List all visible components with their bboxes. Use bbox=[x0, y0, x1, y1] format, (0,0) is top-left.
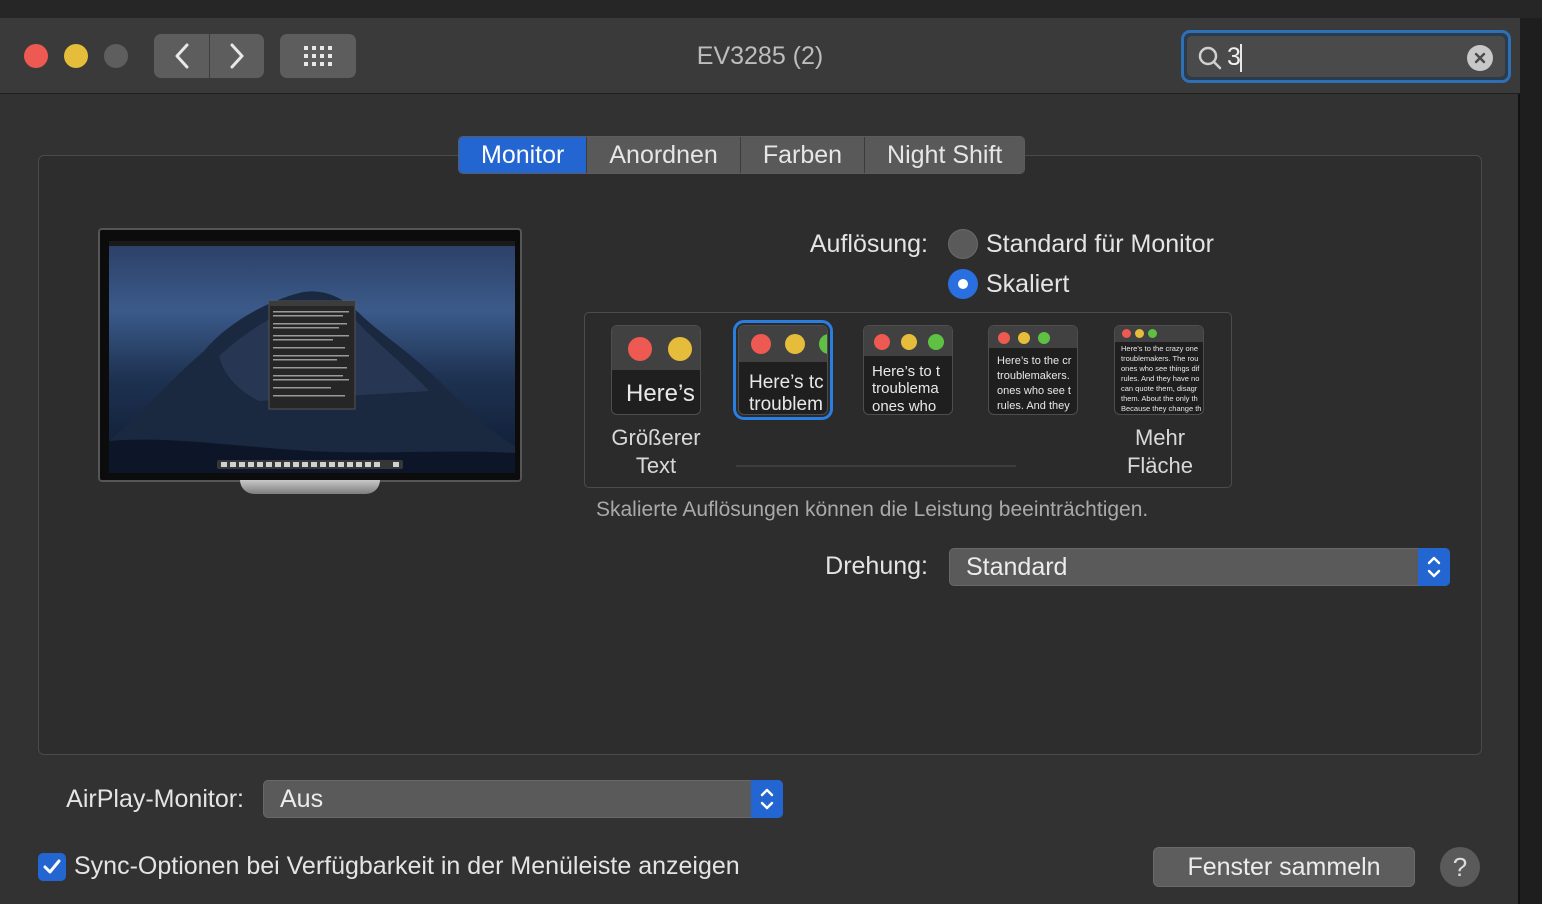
forward-button[interactable] bbox=[209, 34, 264, 78]
thumb-close-dot bbox=[751, 334, 771, 354]
sync-options-checkbox[interactable] bbox=[38, 853, 66, 881]
tab-anordnen[interactable]: Anordnen bbox=[587, 137, 741, 173]
tab-night-shift[interactable]: Night Shift bbox=[865, 137, 1025, 173]
more-space-caption: Mehr Fläche bbox=[1100, 424, 1220, 480]
island-wallpaper-image bbox=[109, 291, 515, 473]
thumb-sample-text: Here’s tc troublem bbox=[749, 372, 824, 415]
thumb-close-dot bbox=[628, 337, 652, 361]
chevron-up-down-icon bbox=[760, 788, 774, 810]
airplay-select-stepper[interactable] bbox=[751, 780, 783, 818]
scale-option-3[interactable]: Here’s to t troublema ones who bbox=[863, 325, 953, 415]
thumb-zoom-dot bbox=[1148, 329, 1157, 338]
scale-option-5[interactable]: Here’s to the crazy one troublemakers. T… bbox=[1114, 325, 1204, 415]
scale-option-4[interactable]: Here’s to the cr troublemakers. ones who… bbox=[988, 325, 1078, 415]
thumb-close-dot bbox=[874, 334, 890, 350]
larger-text-caption-line2: Text bbox=[635, 453, 677, 478]
show-all-button[interactable] bbox=[280, 34, 356, 78]
minimize-button[interactable] bbox=[64, 44, 88, 68]
tab-farben[interactable]: Farben bbox=[740, 137, 866, 173]
thumb-sample-text: Here’s to t troublema ones who bbox=[872, 363, 941, 415]
rotation-label: Drehung: bbox=[825, 552, 928, 580]
thumb-close-dot bbox=[1122, 329, 1131, 338]
radio-scaled-label[interactable]: Skaliert bbox=[986, 270, 1069, 299]
rotation-select-stepper[interactable] bbox=[1418, 548, 1450, 586]
scaling-performance-note: Skalierte Auflösungen können die Leistun… bbox=[596, 498, 1149, 521]
radio-default-for-monitor[interactable] bbox=[948, 229, 978, 259]
back-button[interactable] bbox=[154, 34, 209, 78]
sync-options-label[interactable]: Sync-Optionen bei Verfügbarkeit in der M… bbox=[74, 852, 740, 881]
thumb-minimize-dot bbox=[1135, 329, 1144, 338]
tab-bar: Monitor Anordnen Farben Night Shift bbox=[458, 136, 1026, 174]
airplay-select-value: Aus bbox=[280, 785, 324, 813]
thumb-minimize-dot bbox=[1018, 332, 1030, 344]
scale-track bbox=[736, 465, 1016, 467]
thumb-sample-text: Here’s to the crazy one troublemakers. T… bbox=[1121, 344, 1202, 413]
desktop-top-strip bbox=[0, 0, 1542, 18]
thumb-minimize-dot bbox=[901, 334, 917, 350]
navigation-buttons bbox=[154, 34, 264, 78]
rotation-select[interactable]: Standard bbox=[949, 548, 1450, 586]
chevron-up-down-icon bbox=[1427, 556, 1441, 578]
more-space-caption-line2: Fläche bbox=[1126, 453, 1194, 478]
radio-default-label[interactable]: Standard für Monitor bbox=[986, 230, 1214, 259]
search-field[interactable]: 3 bbox=[1181, 30, 1511, 83]
thumb-sample-text: Here’s to the cr troublemakers. ones who… bbox=[997, 355, 1072, 412]
rotation-select-value: Standard bbox=[966, 553, 1068, 581]
checkmark-icon bbox=[43, 859, 61, 874]
close-icon bbox=[1474, 52, 1486, 64]
chevron-right-icon bbox=[230, 43, 244, 69]
search-icon bbox=[1198, 46, 1222, 70]
grid-icon bbox=[304, 46, 332, 66]
thumb-close-dot bbox=[998, 332, 1010, 344]
thumb-zoom-dot bbox=[928, 334, 944, 350]
thumb-minimize-dot bbox=[785, 334, 805, 354]
zoom-button bbox=[104, 44, 128, 68]
monitor-stand bbox=[240, 480, 380, 494]
thumb-sample-text: Here’s bbox=[626, 380, 695, 407]
monitor-preview bbox=[98, 228, 522, 482]
scale-option-2[interactable]: Here’s tc troublem bbox=[733, 320, 833, 420]
larger-text-caption: Größerer Text bbox=[596, 424, 716, 480]
text-caret bbox=[1240, 44, 1242, 72]
desktop-wallpaper-preview bbox=[109, 241, 515, 473]
airplay-label: AirPlay-Monitor: bbox=[66, 785, 244, 813]
search-input[interactable]: 3 bbox=[1227, 43, 1241, 72]
clear-search-button[interactable] bbox=[1467, 45, 1493, 71]
help-button[interactable]: ? bbox=[1440, 847, 1480, 887]
scale-option-1[interactable]: Here’s bbox=[611, 325, 701, 415]
close-button[interactable] bbox=[24, 44, 48, 68]
chevron-left-icon bbox=[175, 43, 188, 69]
window-title: EV3285 (2) bbox=[696, 42, 824, 70]
search-input-area[interactable]: 3 bbox=[1187, 36, 1505, 77]
gather-windows-button[interactable]: Fenster sammeln bbox=[1153, 847, 1415, 887]
larger-text-caption-line1: Größerer bbox=[611, 425, 701, 450]
resolution-label: Auflösung: bbox=[809, 230, 928, 258]
thumb-zoom-dot bbox=[1038, 332, 1050, 344]
more-space-caption-line1: Mehr bbox=[1134, 425, 1186, 450]
radio-scaled[interactable] bbox=[948, 269, 978, 299]
thumb-minimize-dot bbox=[668, 337, 692, 361]
airplay-select[interactable]: Aus bbox=[263, 780, 783, 818]
tab-monitor[interactable]: Monitor bbox=[459, 137, 588, 173]
title-bar: EV3285 (2) 3 bbox=[0, 18, 1520, 94]
